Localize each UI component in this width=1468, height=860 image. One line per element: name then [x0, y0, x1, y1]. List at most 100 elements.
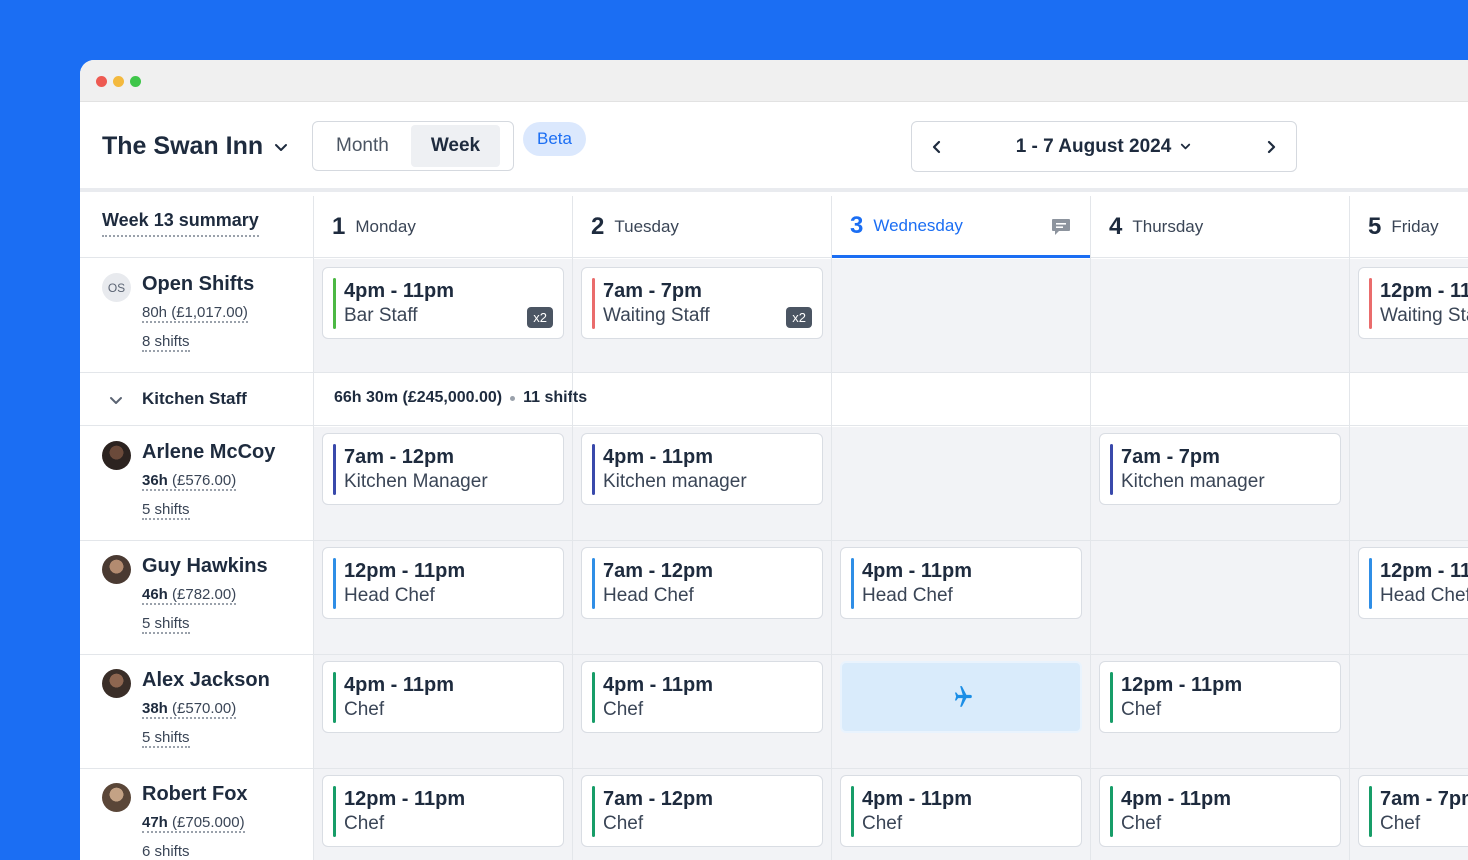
role-color-bar: [592, 672, 595, 723]
day-number: 1: [332, 213, 346, 240]
venue-name: The Swan Inn: [102, 132, 264, 160]
chevron-down-icon: [275, 143, 288, 151]
group-hours: 66h 30m (£245,000.00): [334, 389, 503, 406]
shift-role: Kitchen manager: [603, 471, 747, 492]
day-number: 4: [1109, 213, 1123, 240]
shift-card[interactable]: 4pm - 11pm Kitchen manager: [581, 433, 823, 505]
column-divider: [313, 196, 314, 860]
shift-role: Chef: [344, 699, 385, 720]
day-name: Tuesday: [614, 217, 679, 236]
shift-role: Bar Staff: [344, 305, 418, 326]
previous-week-button[interactable]: [926, 136, 948, 158]
open-shift-card[interactable]: 4pm - 11pm Bar Staff x2: [322, 267, 564, 339]
shift-role: Head Chef: [344, 585, 435, 606]
chevron-down-icon: [1181, 143, 1191, 150]
schedule-grid: Week 13 summary 1 Monday 2 Tuesday 3 Wed…: [80, 196, 1468, 860]
day-header-monday[interactable]: 1 Monday: [314, 196, 573, 258]
shift-role: Chef: [862, 813, 903, 834]
staff-hours-total: 46h: [142, 586, 168, 603]
shift-card[interactable]: 4pm - 11pm Chef: [581, 661, 823, 733]
shift-card[interactable]: 12pm - 11pm Head Chef: [322, 547, 564, 619]
open-shift-card[interactable]: 12pm - 11pm Waiting Staff: [1358, 267, 1468, 339]
shift-role: Kitchen manager: [1121, 471, 1265, 492]
maximize-window-dot[interactable]: [130, 76, 141, 87]
shift-card[interactable]: 7am - 7pm Kitchen manager: [1099, 433, 1341, 505]
date-range-label: 1 - 7 August 2024: [1015, 135, 1172, 157]
shift-time: 7am - 7pm: [1121, 446, 1220, 468]
toolbar: The Swan Inn Month Week Beta 1 - 7 Augus…: [80, 102, 1468, 192]
shift-card[interactable]: 7am - 12pm Chef: [581, 775, 823, 847]
day-header-wednesday[interactable]: 3 Wednesday: [832, 196, 1091, 258]
shift-time: 7am - 12pm: [344, 446, 455, 468]
shift-card[interactable]: 4pm - 11pm Chef: [1099, 775, 1341, 847]
staff-shift-count[interactable]: 5 shifts: [142, 615, 190, 634]
shift-card[interactable]: 12pm - 11pm Chef: [322, 775, 564, 847]
day-header-friday[interactable]: 5 Friday: [1350, 196, 1468, 258]
day-header-row: Week 13 summary 1 Monday 2 Tuesday 3 Wed…: [80, 196, 1468, 258]
shift-role: Chef: [603, 813, 644, 834]
view-toggle: Month Week: [312, 121, 514, 171]
shift-time: 4pm - 11pm: [344, 280, 455, 302]
staff-shift-count[interactable]: 5 shifts: [142, 729, 190, 748]
leave-card[interactable]: [840, 661, 1082, 733]
window-titlebar: [80, 60, 1468, 102]
week-summary-link[interactable]: Week 13 summary: [102, 210, 259, 237]
staff-name[interactable]: Alex Jackson: [142, 669, 270, 692]
shift-card[interactable]: 7am - 7pm Chef: [1358, 775, 1468, 847]
shift-card[interactable]: 12pm - 11pm Chef: [1099, 661, 1341, 733]
close-window-dot[interactable]: [96, 76, 107, 87]
role-color-bar: [1369, 786, 1372, 837]
chevron-left-icon: [932, 140, 941, 153]
staff-hours[interactable]: 38h (£570.00): [142, 700, 237, 719]
day-header-thursday[interactable]: 4 Thursday: [1091, 196, 1350, 258]
shift-role: Head Chef: [862, 585, 953, 606]
shift-time: 7am - 12pm: [603, 560, 714, 582]
staff-name[interactable]: Arlene McCoy: [142, 441, 275, 464]
shift-quantity-badge: x2: [786, 307, 812, 328]
shift-time: 4pm - 11pm: [603, 674, 714, 696]
week-view-button[interactable]: Week: [410, 125, 501, 167]
shift-time: 12pm - 11pm: [1380, 560, 1468, 582]
shift-time: 4pm - 11pm: [862, 788, 973, 810]
shift-role: Chef: [1121, 699, 1162, 720]
shift-card[interactable]: 4pm - 11pm Head Chef: [840, 547, 1082, 619]
shift-card[interactable]: 4pm - 11pm Chef: [322, 661, 564, 733]
staff-shift-count[interactable]: 5 shifts: [142, 501, 190, 520]
staff-hours-total: 47h: [142, 814, 168, 831]
date-range-dropdown[interactable]: 1 - 7 August 2024: [1016, 136, 1193, 158]
comment-icon[interactable]: [1051, 218, 1071, 236]
open-shifts-avatar: OS: [102, 273, 131, 302]
open-shifts-hours[interactable]: 80h (£1,017.00): [142, 304, 248, 323]
month-view-button[interactable]: Month: [316, 125, 409, 167]
shift-time: 12pm - 11pm: [1380, 280, 1468, 302]
shift-role: Chef: [344, 813, 385, 834]
day-number: 5: [1368, 213, 1382, 240]
staff-name[interactable]: Guy Hawkins: [142, 555, 268, 578]
shift-card[interactable]: 4pm - 11pm Chef: [840, 775, 1082, 847]
staff-shift-count[interactable]: 6 shifts: [142, 843, 190, 860]
staff-hours[interactable]: 46h (£782.00): [142, 586, 237, 605]
shift-time: 4pm - 11pm: [603, 446, 714, 468]
open-shifts-count[interactable]: 8 shifts: [142, 333, 190, 352]
date-range-picker: 1 - 7 August 2024: [911, 121, 1297, 172]
staff-hours[interactable]: 36h (£576.00): [142, 472, 237, 491]
minimize-window-dot[interactable]: [113, 76, 124, 87]
shift-card[interactable]: 7am - 12pm Head Chef: [581, 547, 823, 619]
shift-card[interactable]: 7am - 12pm Kitchen Manager: [322, 433, 564, 505]
staff-hours[interactable]: 47h (£705.000): [142, 814, 245, 833]
shift-card[interactable]: 12pm - 11pm Head Chef: [1358, 547, 1468, 619]
shift-role: Kitchen Manager: [344, 471, 488, 492]
next-week-button[interactable]: [1260, 136, 1282, 158]
staff-name[interactable]: Robert Fox: [142, 783, 248, 806]
day-name: Friday: [1391, 217, 1439, 236]
day-name: Wednesday: [873, 215, 963, 235]
day-header-tuesday[interactable]: 2 Tuesday: [573, 196, 832, 258]
app-window: The Swan Inn Month Week Beta 1 - 7 Augus…: [80, 60, 1468, 860]
role-color-bar: [592, 558, 595, 609]
chevron-down-icon[interactable]: [108, 392, 124, 408]
group-row-kitchen-staff: Kitchen Staff 66h 30m (£245,000.00) 11 s…: [80, 373, 1468, 426]
venue-selector[interactable]: The Swan Inn: [102, 132, 289, 161]
shift-quantity-badge: x2: [527, 307, 553, 328]
open-shift-card[interactable]: 7am - 7pm Waiting Staff x2: [581, 267, 823, 339]
shift-role: Head Chef: [1380, 585, 1468, 606]
